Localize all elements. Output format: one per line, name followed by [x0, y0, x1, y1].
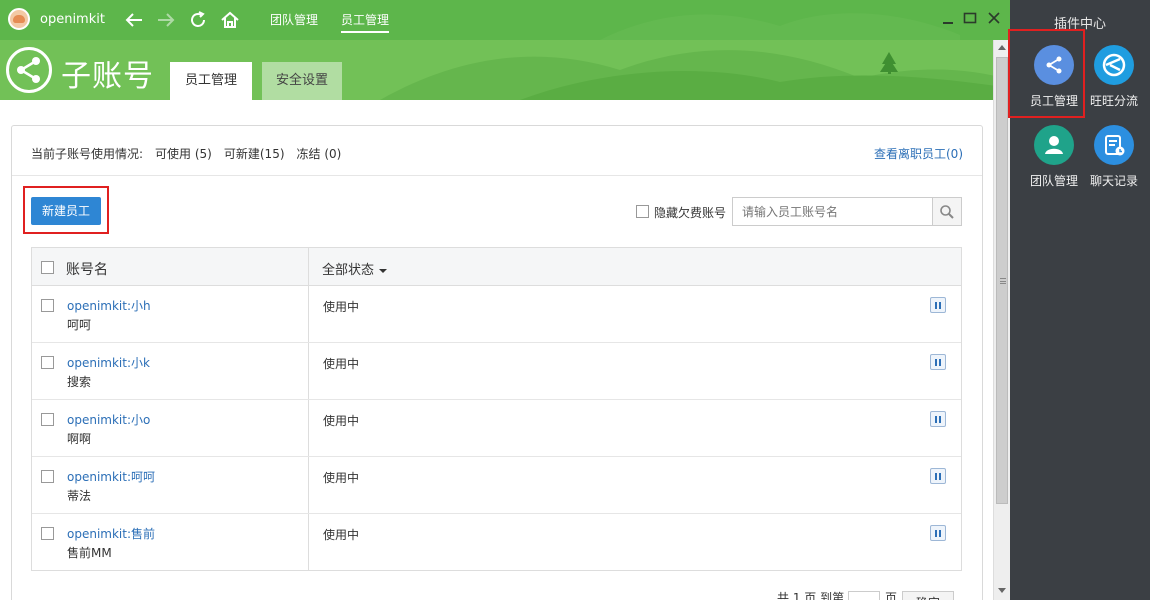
hide-overdue-checkbox[interactable]: [636, 205, 649, 218]
vertical-scrollbar[interactable]: [993, 40, 1010, 600]
plugin-wangwang-flow[interactable]: 旺旺分流: [1082, 45, 1146, 115]
staff-table: 账号名 全部状态 openimkit:小h 呵呵 使用中 openimkit:小…: [31, 247, 962, 571]
usage-available: 可使用 (5): [155, 147, 212, 161]
row-checkbox[interactable]: [41, 470, 54, 483]
new-staff-highlight: 新建员工: [23, 186, 109, 234]
usage-frozen: 冻结 (0): [296, 147, 342, 161]
account-status: 使用中: [323, 414, 360, 428]
view-left-staff-link[interactable]: 查看离职员工(0): [874, 145, 963, 162]
forward-arrow-icon[interactable]: [154, 8, 178, 32]
chat-record-icon: [1094, 125, 1134, 165]
pause-icon[interactable]: [930, 468, 946, 484]
pause-icon[interactable]: [930, 411, 946, 427]
plugin-label: 团队管理: [1029, 174, 1078, 188]
plugin-highlight: [1008, 29, 1085, 118]
new-staff-button[interactable]: 新建员工: [31, 197, 101, 225]
search-button[interactable]: [932, 198, 961, 225]
row-checkbox[interactable]: [41, 413, 54, 426]
back-arrow-icon[interactable]: [122, 8, 146, 32]
page-number-input[interactable]: [848, 591, 880, 600]
table-row: openimkit:售前 售前MM 使用中: [32, 514, 961, 571]
usage-summary: 当前子账号使用情况: 可使用 (5) 可新建(15) 冻结 (0) 查看离职员工(0): [12, 126, 982, 176]
account-link[interactable]: openimkit:售前: [67, 525, 155, 542]
plugin-team-management[interactable]: 团队管理: [1022, 125, 1086, 195]
search-icon: [940, 204, 954, 219]
account-nickname: 搜索: [67, 375, 92, 389]
plugin-chat-records[interactable]: 聊天记录: [1082, 125, 1146, 195]
pause-icon[interactable]: [930, 354, 946, 370]
pause-icon[interactable]: [930, 297, 946, 313]
account-status: 使用中: [323, 357, 360, 371]
table-header: 账号名 全部状态: [32, 248, 961, 286]
pager-unit: 页: [885, 591, 898, 600]
account-nickname: 呵呵: [67, 318, 92, 332]
scroll-down-icon[interactable]: [998, 588, 1006, 593]
close-icon[interactable]: [986, 10, 1002, 26]
account-nickname: 蒂法: [67, 489, 92, 503]
main-window: openimkit 团队管理 员工管理 子账号 员工管理 安全设置 当前子账号使…: [0, 0, 1010, 600]
table-row: openimkit:小k 搜索 使用中: [32, 343, 961, 400]
top-tab-staff[interactable]: 员工管理: [341, 11, 390, 33]
pause-icon[interactable]: [930, 525, 946, 541]
maximize-icon[interactable]: [962, 10, 978, 26]
header-status: 全部状态: [322, 263, 375, 278]
app-logo: [8, 8, 30, 30]
account-link[interactable]: openimkit:呵呵: [67, 468, 155, 485]
tab-security-settings[interactable]: 安全设置: [262, 62, 342, 100]
app-name: openimkit: [40, 12, 105, 27]
select-all-checkbox[interactable]: [41, 261, 54, 274]
flow-icon: [1094, 45, 1134, 85]
app-window: openimkit 团队管理 员工管理 子账号 员工管理 安全设置 当前子账号使…: [0, 0, 1150, 600]
top-tab-team[interactable]: 团队管理: [270, 11, 318, 28]
subaccount-logo-icon: [6, 47, 52, 93]
home-icon[interactable]: [218, 8, 242, 32]
account-nickname: 啊啊: [67, 432, 92, 446]
row-checkbox[interactable]: [41, 299, 54, 312]
hide-overdue-label: 隐藏欠费账号: [654, 206, 727, 220]
account-status: 使用中: [323, 528, 360, 542]
pager-confirm-button[interactable]: 确定: [902, 591, 954, 600]
usage-prefix: 当前子账号使用情况:: [31, 147, 144, 161]
title-bar: [0, 0, 1010, 40]
usage-creatable: 可新建(15): [223, 147, 285, 161]
tab-staff-management[interactable]: 员工管理: [170, 62, 252, 100]
account-nickname: 售前MM: [67, 546, 112, 560]
scroll-up-icon[interactable]: [998, 45, 1006, 50]
search-box: [732, 197, 962, 226]
team-icon: [1034, 125, 1074, 165]
scroll-thumb[interactable]: [996, 57, 1008, 504]
search-input[interactable]: [733, 198, 933, 225]
header-account: 账号名: [66, 262, 108, 278]
caret-down-icon: [379, 268, 388, 273]
table-row: openimkit:呵呵 蒂法 使用中: [32, 457, 961, 514]
row-checkbox[interactable]: [41, 527, 54, 540]
minimize-icon[interactable]: [940, 10, 956, 26]
account-status: 使用中: [323, 471, 360, 485]
account-status: 使用中: [323, 300, 360, 314]
account-link[interactable]: openimkit:小h: [67, 297, 151, 314]
pager-summary: 共 1 页 到第: [777, 591, 845, 600]
table-row: openimkit:小h 呵呵 使用中: [32, 286, 961, 343]
plugin-label: 聊天记录: [1089, 174, 1138, 188]
refresh-icon[interactable]: [186, 8, 210, 32]
status-filter-dropdown[interactable]: 全部状态: [322, 259, 388, 278]
plugin-label: 旺旺分流: [1089, 94, 1138, 108]
table-row: openimkit:小o 啊啊 使用中: [32, 400, 961, 457]
account-link[interactable]: openimkit:小k: [67, 354, 150, 371]
row-checkbox[interactable]: [41, 356, 54, 369]
account-link[interactable]: openimkit:小o: [67, 411, 150, 428]
page-title: 子账号: [61, 59, 154, 94]
